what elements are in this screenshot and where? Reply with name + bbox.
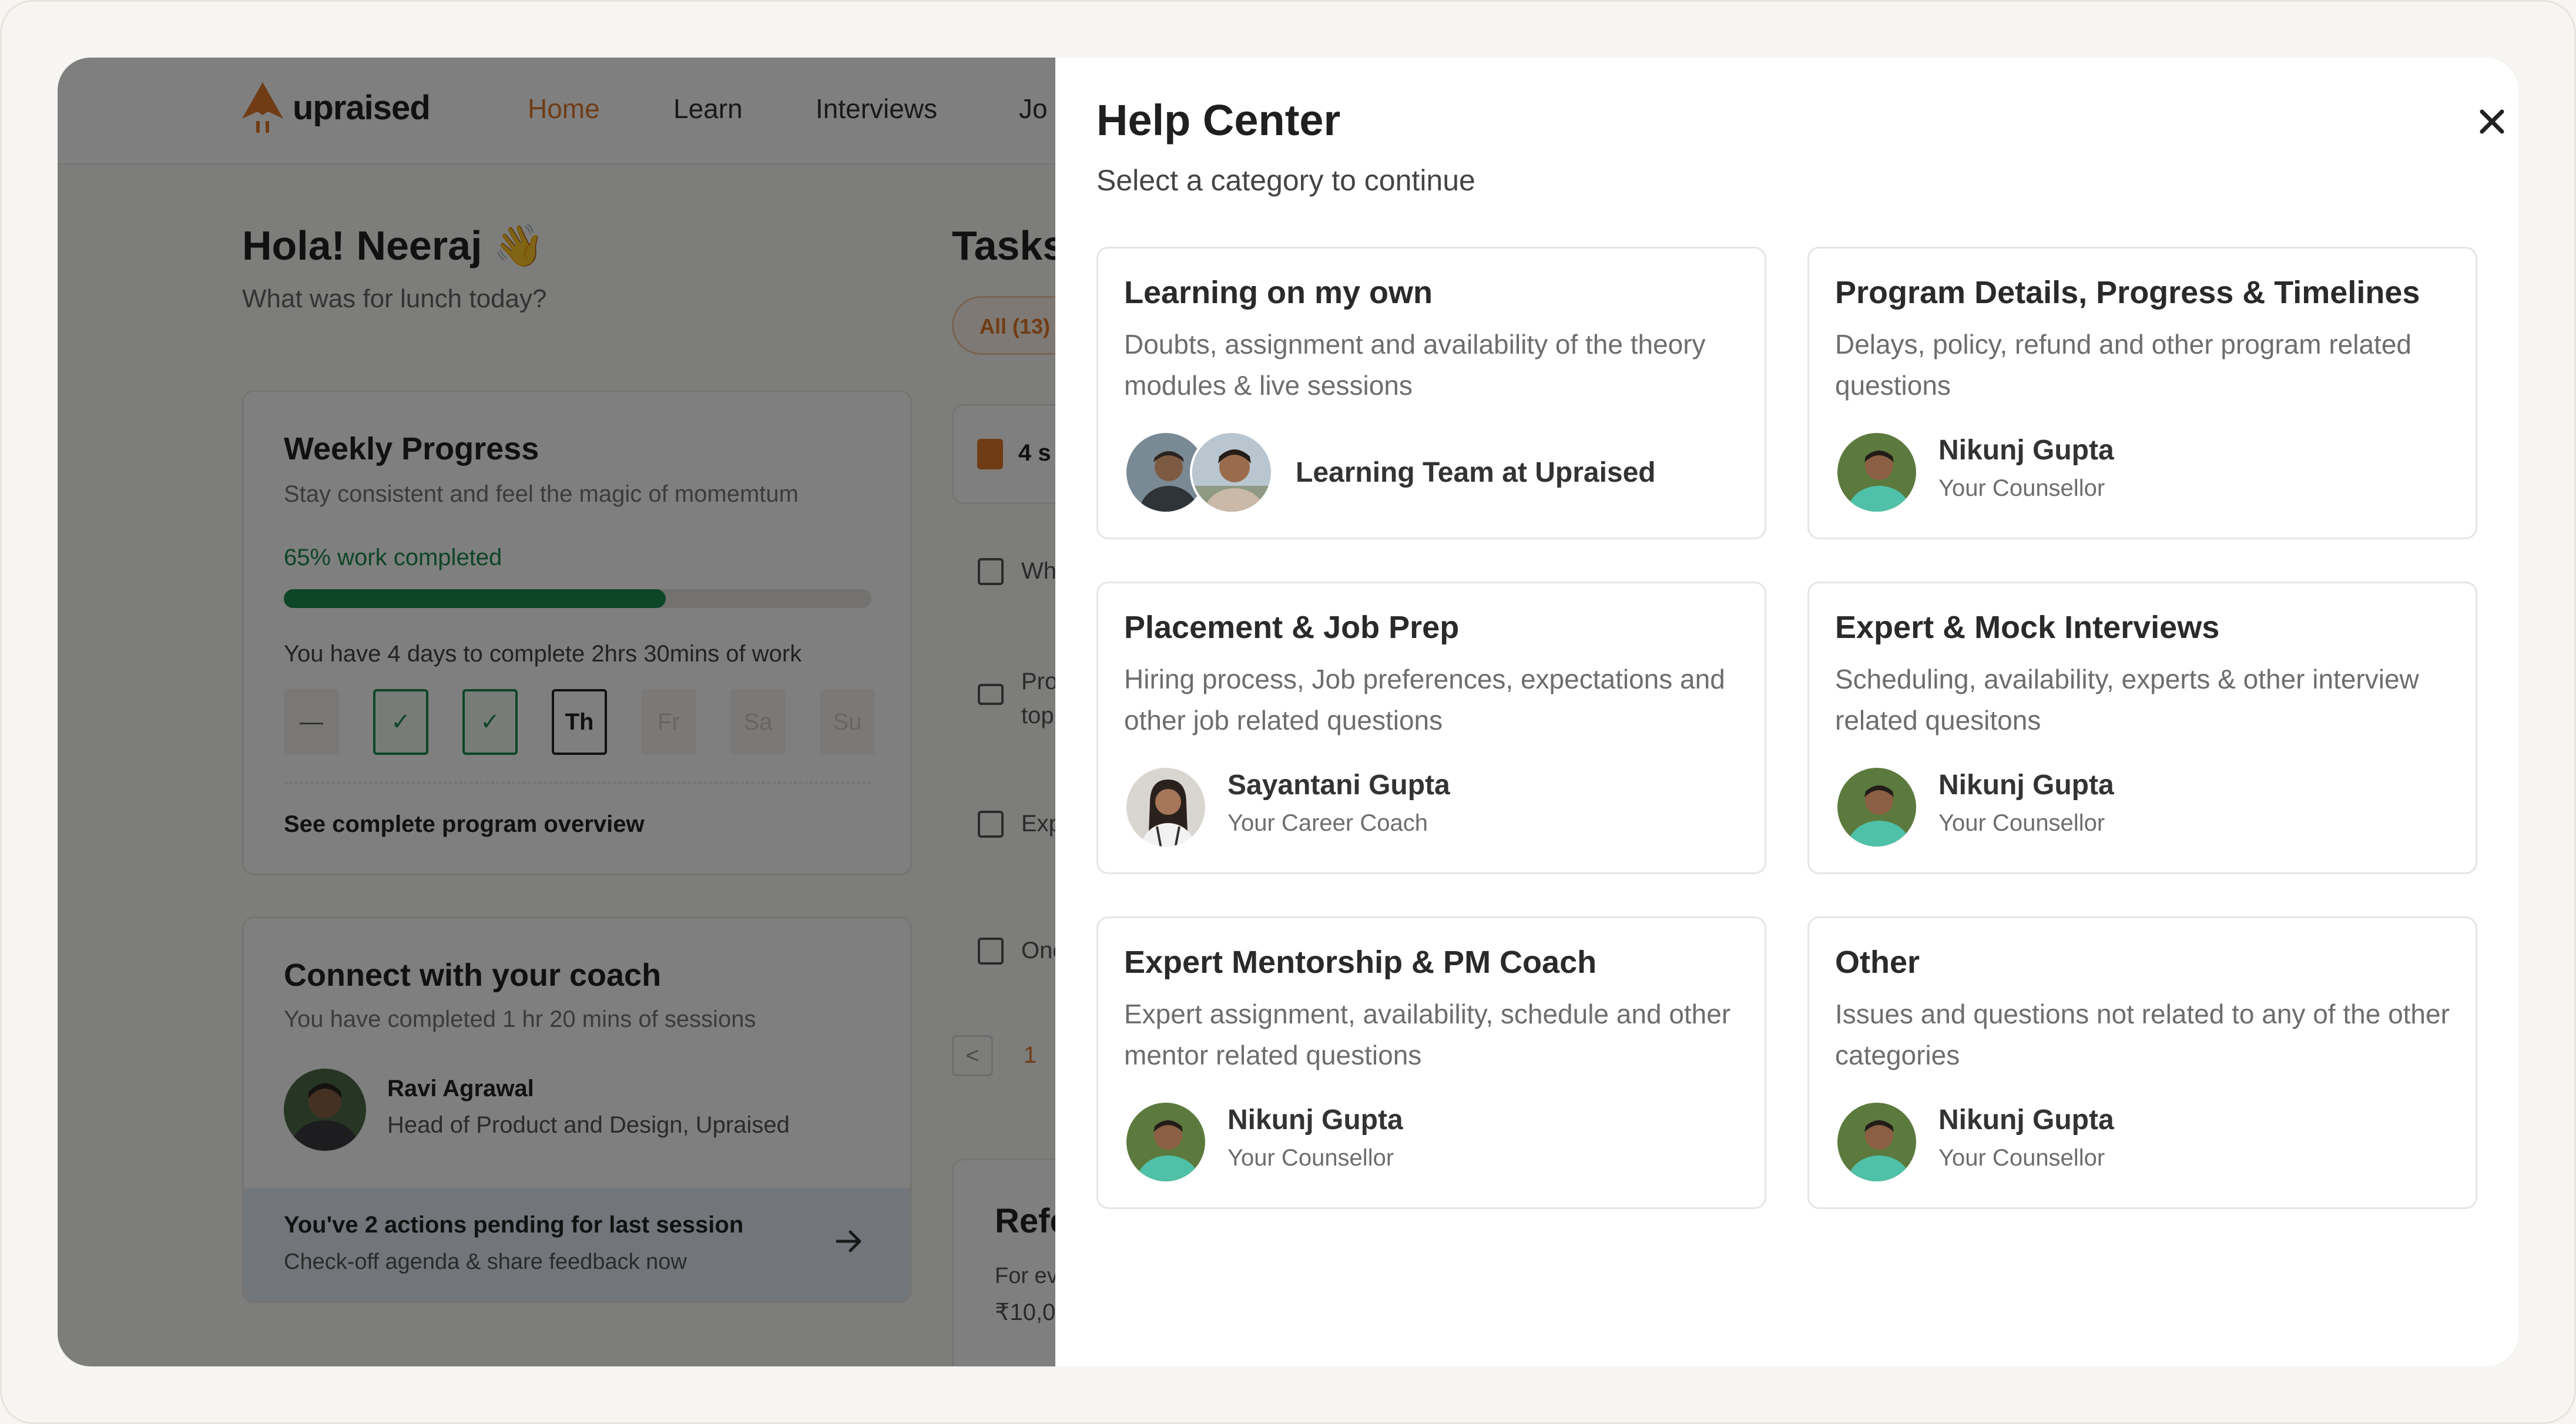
help-center-title: Help Center xyxy=(1096,96,1341,145)
category-expert-mentorship[interactable]: Expert Mentorship & PM Coach Expert assi… xyxy=(1096,916,1766,1209)
avatar xyxy=(1124,765,1208,849)
contact-role: Your Counsellor xyxy=(1938,1145,2105,1171)
category-program-details[interactable]: Program Details, Progress & Timelines De… xyxy=(1807,247,2477,539)
avatar xyxy=(1124,1100,1208,1184)
category-description: Issues and questions not related to any … xyxy=(1835,999,2450,1070)
category-title: Program Details, Progress & Timelines xyxy=(1835,275,2420,310)
category-other[interactable]: Other Issues and questions not related t… xyxy=(1807,916,2477,1209)
category-description: Hiring process, Job preferences, expecta… xyxy=(1124,664,1725,735)
contact-name: Nikunj Gupta xyxy=(1938,770,2114,801)
contact-name: Nikunj Gupta xyxy=(1227,1104,1403,1136)
contact-role: Your Counsellor xyxy=(1938,810,2105,836)
category-title: Placement & Job Prep xyxy=(1124,610,1460,645)
category-description: Doubts, assignment and availability of t… xyxy=(1124,329,1706,401)
category-description: Expert assignment, availability, schedul… xyxy=(1124,999,1731,1070)
contact-name: Nikunj Gupta xyxy=(1938,435,2114,466)
category-description: Scheduling, availability, experts & othe… xyxy=(1835,664,2419,735)
category-title: Other xyxy=(1835,945,1920,980)
avatar xyxy=(1835,765,1918,849)
avatar xyxy=(1835,431,1918,514)
contact-name: Sayantani Gupta xyxy=(1227,770,1450,801)
category-expert-mock-interviews[interactable]: Expert & Mock Interviews Scheduling, ava… xyxy=(1807,582,2477,874)
category-title: Expert Mentorship & PM Coach xyxy=(1124,945,1597,980)
app-window: upraised Home Learn Interviews Jo Hola! … xyxy=(58,58,2518,1366)
contact-role: Your Counsellor xyxy=(1227,1145,1394,1171)
category-learning-on-my-own[interactable]: Learning on my own Doubts, assignment an… xyxy=(1096,247,1766,539)
contact-role: Your Career Coach xyxy=(1227,810,1428,836)
help-center-subtitle: Select a category to continue xyxy=(1096,164,1475,197)
avatar xyxy=(1835,1100,1918,1184)
contact-role: Your Counsellor xyxy=(1938,475,2105,501)
category-placement-job-prep[interactable]: Placement & Job Prep Hiring process, Job… xyxy=(1096,582,1766,874)
modal-backdrop[interactable] xyxy=(58,58,1056,1366)
category-title: Expert & Mock Interviews xyxy=(1835,610,2220,645)
help-center-drawer: Help Center Select a category to continu… xyxy=(1055,58,2518,1366)
contact-name: Nikunj Gupta xyxy=(1938,1104,2114,1136)
contact-name: Learning Team at Upraised xyxy=(1296,457,1656,488)
category-title: Learning on my own xyxy=(1124,275,1433,310)
close-icon[interactable] xyxy=(2471,101,2513,142)
avatar xyxy=(1190,431,1273,514)
category-description: Delays, policy, refund and other program… xyxy=(1835,329,2412,401)
